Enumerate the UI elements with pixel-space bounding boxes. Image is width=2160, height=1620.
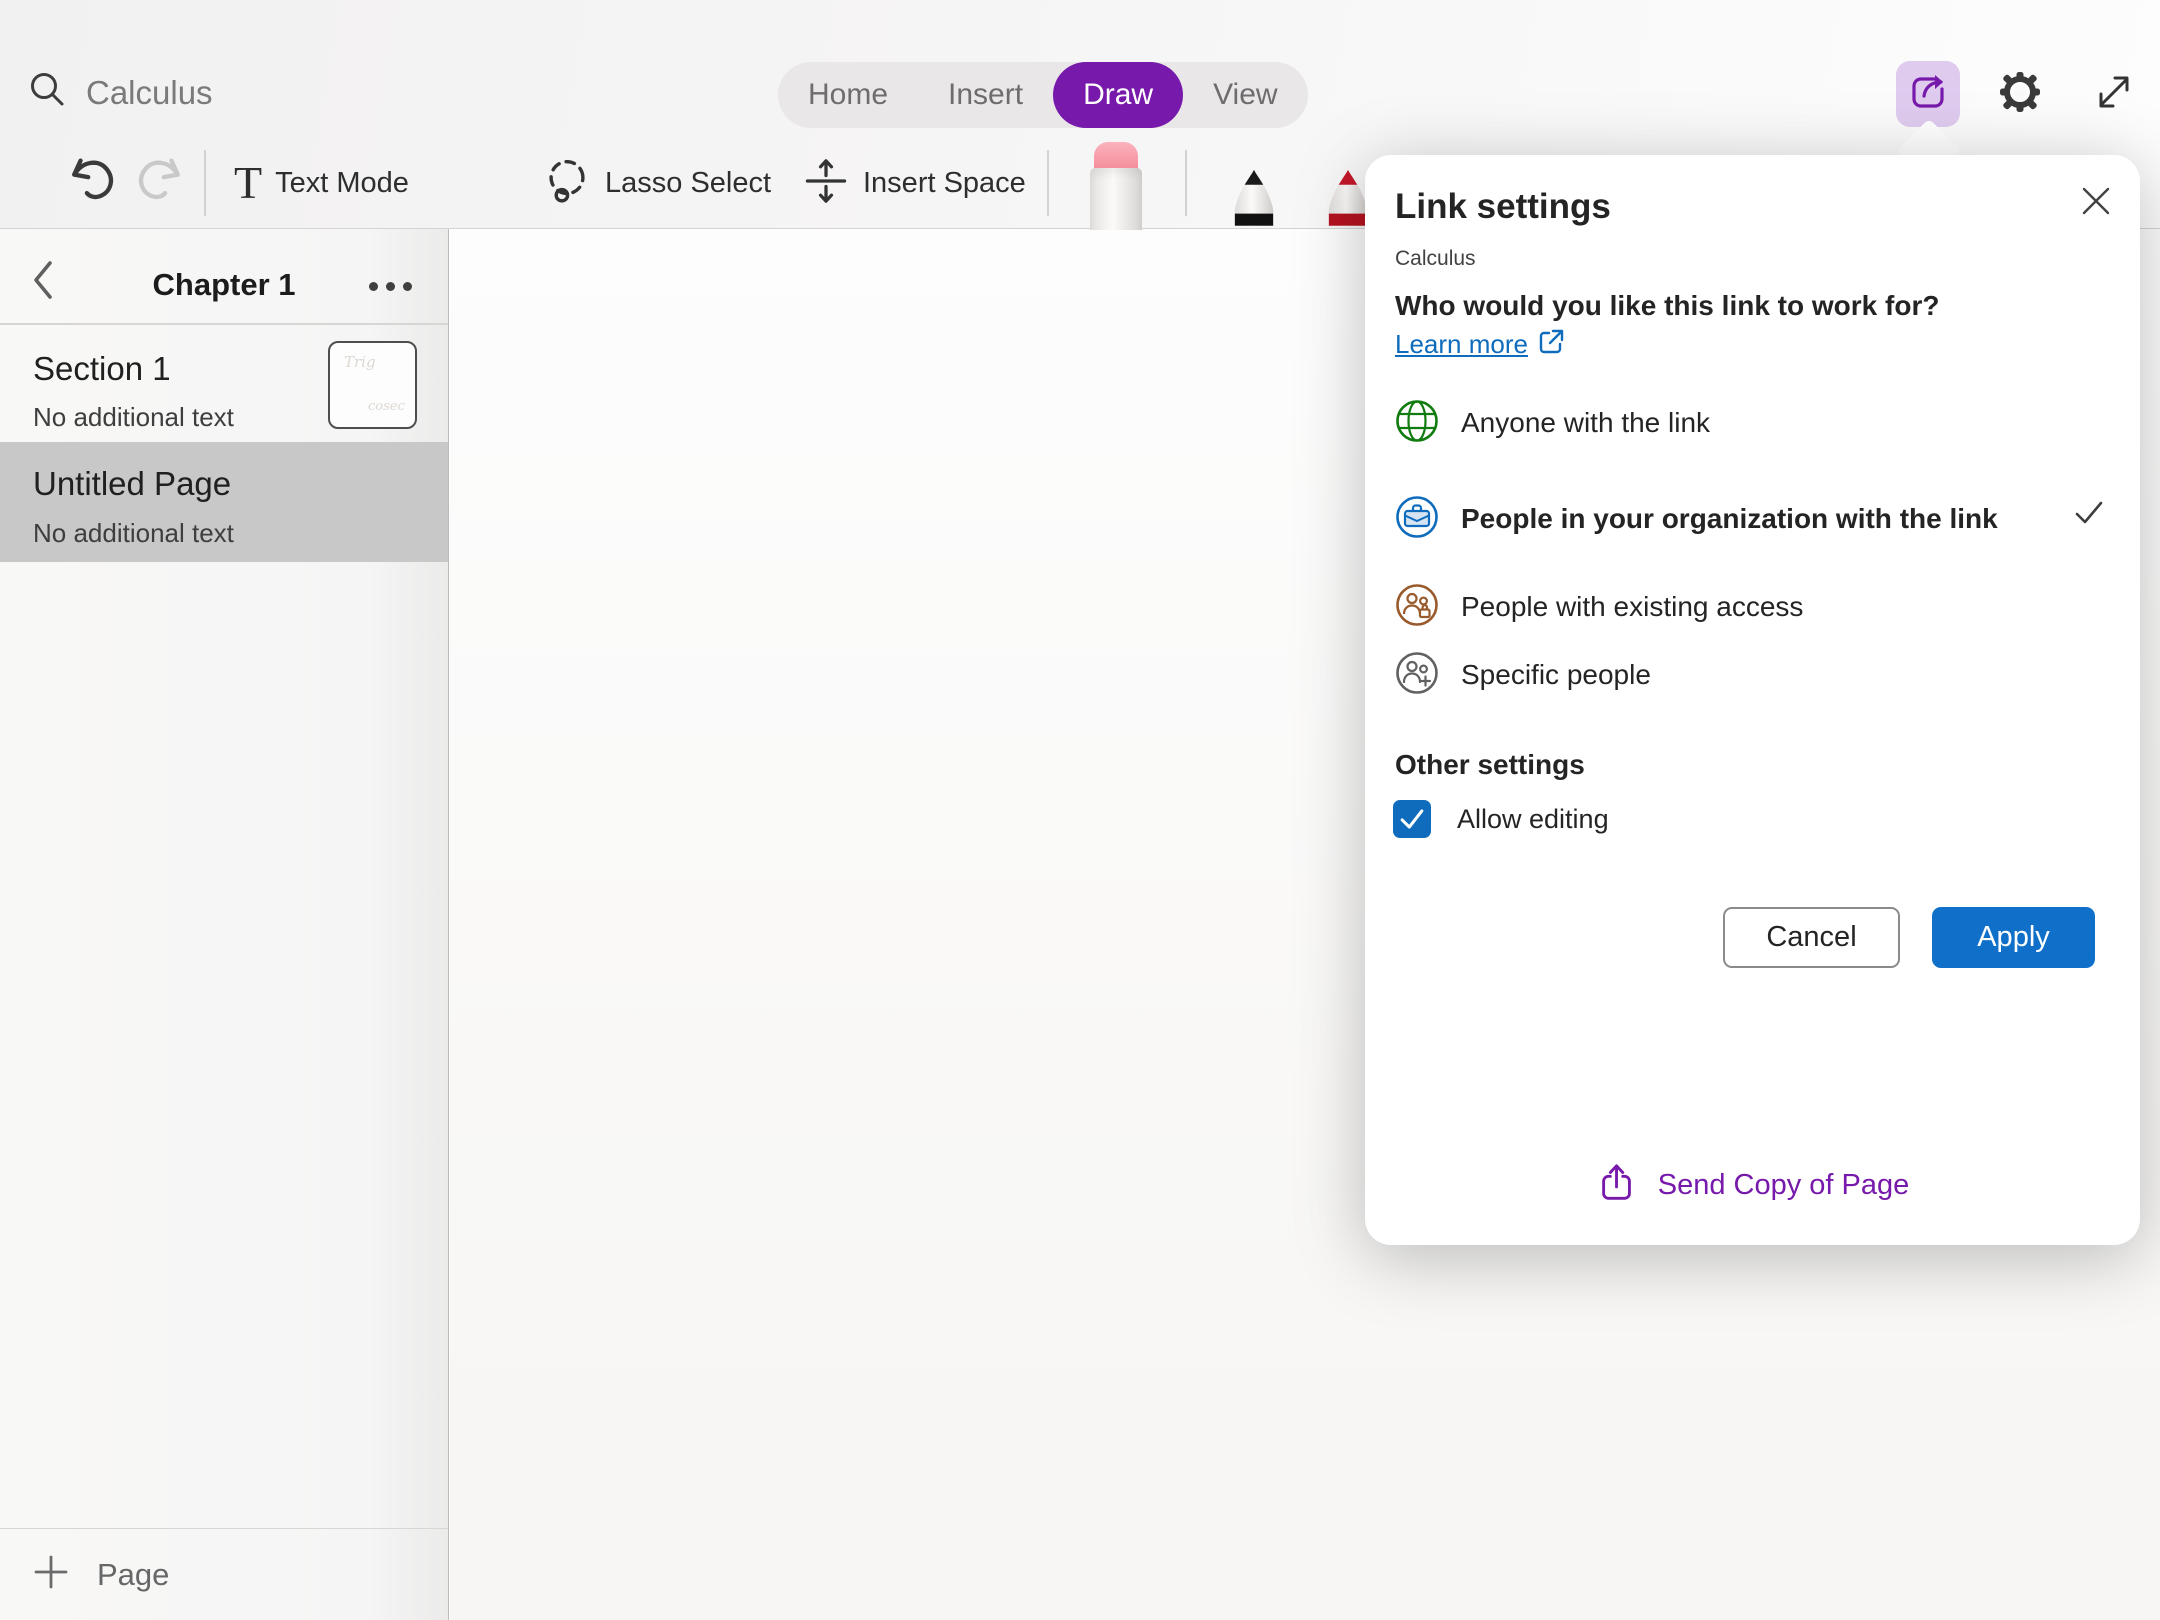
person-add-icon	[1395, 651, 1439, 700]
option-existing-access[interactable]: People with existing access	[1395, 577, 2110, 637]
apply-button[interactable]: Apply	[1932, 907, 2095, 968]
option-anyone-with-link[interactable]: Anyone with the link	[1395, 393, 2110, 453]
learn-more-link[interactable]: Learn more	[1395, 329, 1528, 359]
send-copy-button[interactable]: Send Copy of Page	[1365, 1155, 2140, 1215]
search-icon	[28, 70, 68, 115]
checkmark-icon	[1395, 802, 1429, 836]
allow-editing-label: Allow editing	[1457, 804, 1609, 835]
black-pen-icon	[1226, 164, 1282, 230]
text-mode-button[interactable]: T Text Mode	[234, 152, 409, 214]
toolbar-divider	[204, 150, 206, 216]
tab-home[interactable]: Home	[778, 62, 918, 128]
toolbar-divider	[1047, 150, 1049, 216]
text-mode-label: Text Mode	[275, 167, 409, 200]
insert-space-label: Insert Space	[863, 167, 1026, 200]
add-page-button[interactable]: Page	[0, 1528, 448, 1620]
ribbon-tabs: Home Insert Draw View	[778, 62, 1308, 128]
send-copy-icon	[1596, 1162, 1638, 1209]
notebook-search[interactable]: Calculus	[28, 70, 213, 115]
insert-space-button[interactable]: Insert Space	[802, 152, 1026, 214]
lasso-select-icon	[542, 156, 592, 211]
dialog-question: Who would you like this link to work for…	[1395, 287, 1955, 367]
insert-space-icon	[802, 157, 850, 210]
tab-view[interactable]: View	[1183, 62, 1307, 128]
page-item-title: Section 1	[33, 350, 171, 388]
page-sidebar: Chapter 1 Section 1 No additional text T…	[0, 229, 449, 1620]
other-settings-heading: Other settings	[1395, 749, 1585, 781]
lasso-select-label: Lasso Select	[605, 167, 771, 200]
plus-icon	[33, 1554, 69, 1595]
share-button[interactable]	[1896, 61, 1960, 127]
redo-icon	[132, 153, 188, 214]
fullscreen-button[interactable]	[2082, 61, 2146, 127]
ellipsis-icon	[369, 282, 378, 291]
people-lock-icon	[1395, 583, 1439, 632]
page-thumbnail: Trig cosec	[328, 341, 417, 429]
dialog-title: Link settings	[1395, 187, 1611, 227]
send-copy-label: Send Copy of Page	[1658, 1169, 1910, 1202]
option-specific-people[interactable]: Specific people	[1395, 645, 2110, 705]
close-button[interactable]	[2074, 181, 2118, 225]
eraser-tool[interactable]	[1090, 142, 1142, 230]
dialog-subtitle: Calculus	[1395, 247, 1476, 271]
expand-icon	[2093, 71, 2135, 118]
share-icon	[1906, 70, 1950, 119]
section-more-button[interactable]	[358, 269, 422, 303]
briefcase-icon	[1395, 495, 1439, 544]
page-list-item-selected[interactable]: Untitled Page No additional text	[0, 442, 448, 562]
settings-button[interactable]	[1988, 61, 2052, 127]
lasso-select-button[interactable]: Lasso Select	[542, 152, 771, 214]
gear-icon	[1998, 70, 2042, 119]
selected-check-icon	[2070, 493, 2108, 536]
external-link-icon	[1536, 327, 1566, 367]
option-label: Specific people	[1461, 659, 1651, 691]
black-pen-tool[interactable]	[1226, 164, 1282, 235]
option-people-in-organization[interactable]: People in your organization with the lin…	[1395, 455, 2110, 583]
page-item-title: Untitled Page	[33, 465, 231, 503]
cancel-button[interactable]: Cancel	[1723, 907, 1900, 968]
undo-button[interactable]	[64, 152, 120, 214]
add-page-label: Page	[97, 1557, 169, 1593]
close-icon	[2080, 185, 2112, 222]
allow-editing-checkbox[interactable]	[1393, 800, 1431, 838]
undo-icon	[64, 153, 120, 214]
text-mode-icon: T	[234, 160, 262, 206]
option-label: People in your organization with the lin…	[1461, 495, 2001, 543]
option-label: Anyone with the link	[1461, 407, 1710, 439]
link-settings-dialog: Link settings Calculus Who would you lik…	[1365, 155, 2140, 1245]
globe-icon	[1395, 399, 1439, 448]
notebook-title: Calculus	[86, 74, 213, 112]
toolbar-divider	[1185, 150, 1187, 216]
page-list-item[interactable]: Section 1 No additional text Trig cosec	[0, 324, 448, 442]
page-item-subtitle: No additional text	[33, 402, 234, 433]
page-item-subtitle: No additional text	[33, 518, 234, 549]
tab-insert[interactable]: Insert	[918, 62, 1053, 128]
allow-editing-row: Allow editing	[1393, 795, 1609, 843]
redo-button[interactable]	[132, 152, 188, 214]
app-window: Calculus Home Insert Draw View	[0, 0, 2160, 1620]
option-label: People with existing access	[1461, 591, 1803, 623]
tab-draw[interactable]: Draw	[1053, 62, 1183, 128]
